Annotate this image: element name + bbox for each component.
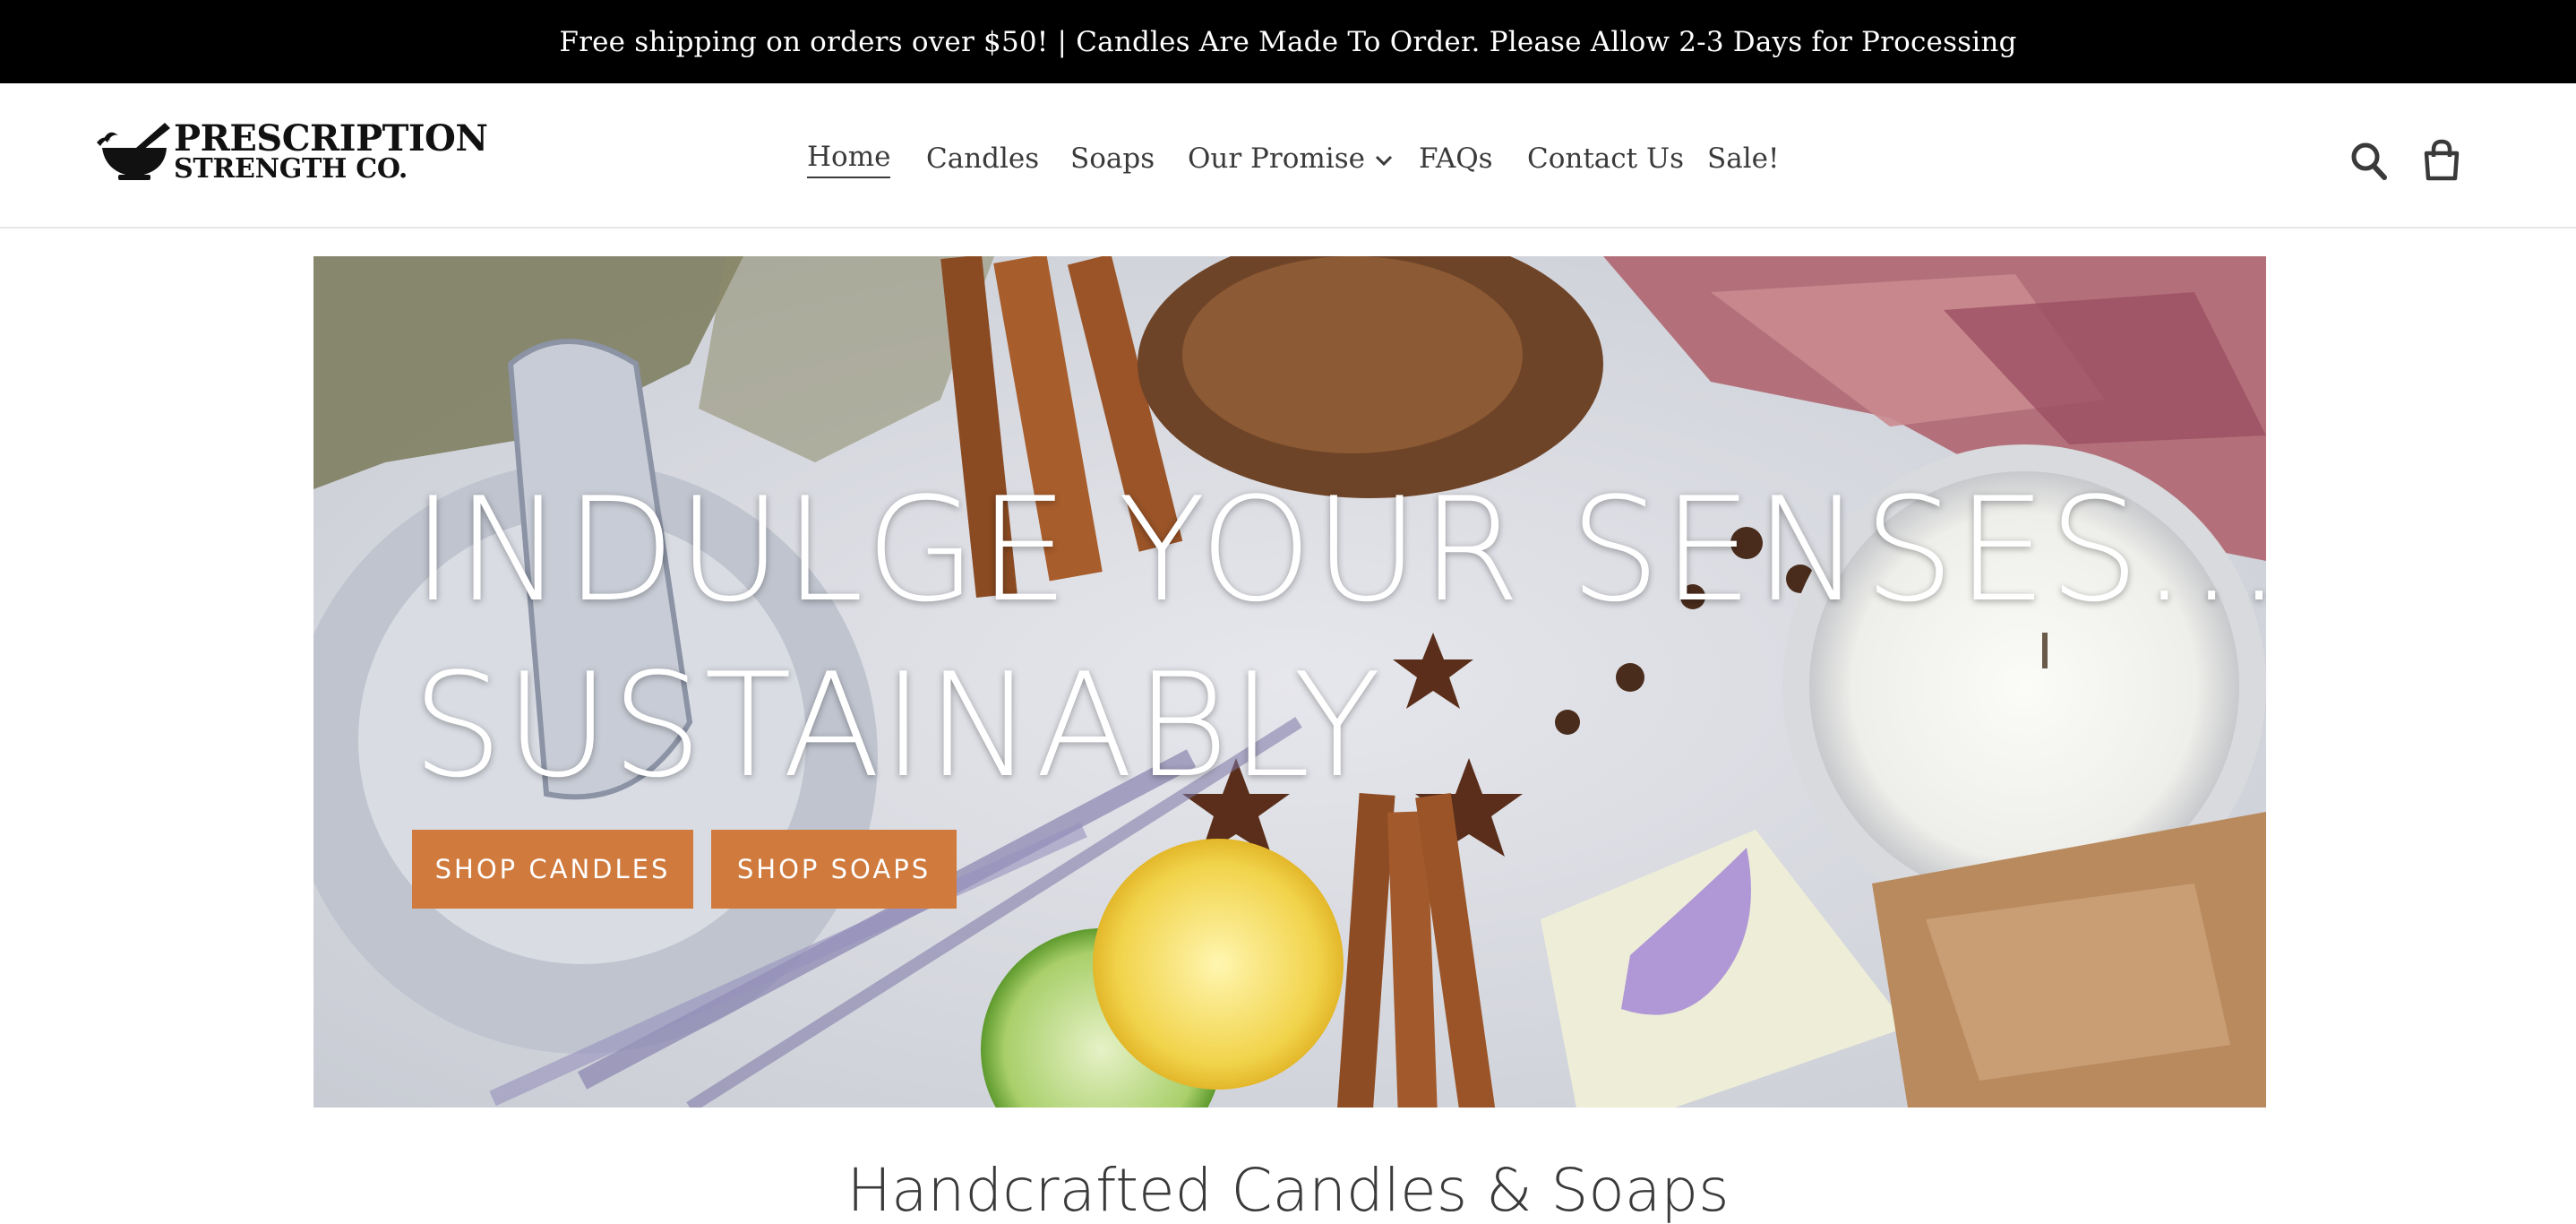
cart-button[interactable] — [2421, 139, 2462, 182]
nav-our-promise-label: Our Promise — [1188, 142, 1365, 175]
section-title: Handcrafted Candles & Soaps — [846, 1156, 1730, 1224]
hero-title-line1: INDULGE YOUR SENSES... — [412, 466, 2266, 634]
hero-title-line2: SUSTAINABLY — [412, 642, 1383, 809]
site-logo[interactable]: PRESCRIPTION STRENGTH CO. — [95, 117, 488, 189]
logo-text-line2: STRENGTH CO. — [174, 153, 408, 185]
nav-candles[interactable]: Candles — [926, 139, 1039, 178]
search-button[interactable] — [2348, 139, 2390, 182]
hero-title: INDULGE YOUR SENSES... SUSTAINABLY — [412, 462, 2266, 814]
shop-soaps-button[interactable]: SHOP SOAPS — [711, 830, 957, 909]
mortar-and-pestle-icon — [97, 123, 170, 180]
announcement-text: Free shipping on orders over $50! | Cand… — [559, 25, 2017, 58]
chevron-down-icon — [1375, 155, 1393, 166]
cart-icon — [2424, 139, 2460, 181]
shop-candles-button[interactable]: SHOP CANDLES — [412, 830, 693, 909]
nav-sale[interactable]: Sale! — [1707, 139, 1779, 178]
nav-faqs[interactable]: FAQs — [1419, 139, 1493, 178]
site-header: PRESCRIPTION STRENGTH CO. Home Candles S… — [0, 83, 2576, 228]
hero-banner: INDULGE YOUR SENSES... SUSTAINABLY SHOP … — [313, 256, 2266, 1108]
nav-soaps[interactable]: Soaps — [1070, 139, 1155, 178]
nav-our-promise[interactable]: Our Promise — [1188, 139, 1394, 178]
search-icon — [2351, 142, 2387, 180]
announcement-bar: Free shipping on orders over $50! | Cand… — [0, 0, 2576, 83]
nav-home[interactable]: Home — [807, 139, 891, 178]
nav-contact-us[interactable]: Contact Us — [1527, 139, 1684, 178]
